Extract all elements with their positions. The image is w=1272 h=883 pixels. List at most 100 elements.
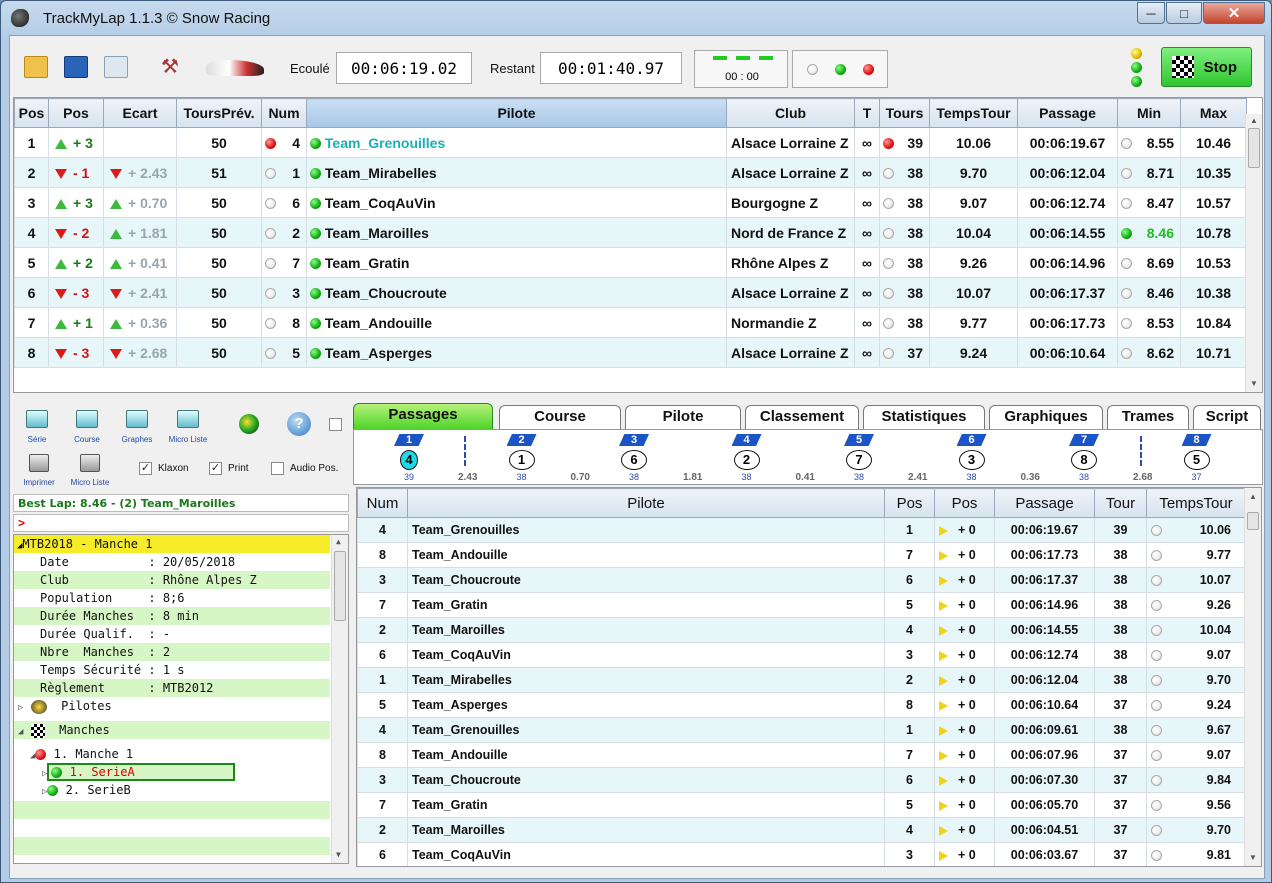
lap: 38 (1094, 717, 1147, 743)
stop-button[interactable]: Stop (1161, 47, 1252, 87)
passage-row[interactable]: 4 Team_Grenouilles 1 + 0 00:06:09.61 38 9.67 (357, 717, 1246, 743)
passages-header-2[interactable]: Pos (884, 488, 935, 518)
title-bar[interactable]: TrackMyLap 1.1.3 © Snow Racing ─ □ ✕ (1, 1, 1271, 35)
save-as-icon[interactable] (104, 56, 128, 78)
tree-pilotes[interactable]: ▷ Pilotes (14, 697, 330, 715)
tab-script[interactable]: Script (1193, 405, 1261, 429)
status-dot-icon (1151, 850, 1162, 862)
ranking-header-5[interactable]: Pilote (306, 98, 727, 128)
save-disk-icon[interactable] (64, 56, 88, 78)
passage-row[interactable]: 7 Team_Gratin 5 + 0 00:06:14.96 38 9.26 (357, 592, 1246, 618)
status-dot-icon (265, 228, 276, 240)
pilot-number-circle[interactable]: 5 (1183, 450, 1210, 470)
ranking-header-12[interactable]: Max (1180, 98, 1247, 128)
ranking-header-9[interactable]: TempsTour (929, 98, 1018, 128)
passage-row[interactable]: 8 Team_Andouille 7 + 0 00:06:07.96 37 9.07 (357, 742, 1246, 768)
lap-time: 10.06 (929, 127, 1018, 158)
passage-row[interactable]: 1 Team_Mirabelles 2 + 0 00:06:12.04 38 9.70 (357, 667, 1246, 693)
ranking-header-7[interactable]: T (854, 98, 880, 128)
passage-row[interactable]: 6 Team_CoqAuVin 3 + 0 00:06:12.74 38 9.07 (357, 642, 1246, 668)
tab-classement[interactable]: Classement (745, 405, 859, 429)
passages-scrollbar[interactable]: ▲ ▼ (1244, 488, 1261, 866)
micro-liste-printer-icon[interactable] (80, 454, 100, 472)
klaxon-checkbox[interactable]: ✓ (139, 462, 152, 475)
passages-header-0[interactable]: Num (357, 488, 408, 518)
open-folder-icon[interactable] (24, 56, 48, 78)
tab-course[interactable]: Course (499, 405, 621, 429)
passage-row[interactable]: 7 Team_Gratin 5 + 0 00:06:05.70 37 9.56 (357, 792, 1246, 818)
ranking-row[interactable]: 1 + 3 50 4 Team_Grenouilles Alsace Lorraine … (14, 127, 1247, 158)
ranking-row[interactable]: 2- 1 + 2.43 51 1 Team_Mirabelles Alsace Lorr… (14, 157, 1247, 188)
ranking-header-6[interactable]: Club (726, 98, 855, 128)
tree-scrollbar[interactable]: ▲ ▼ (331, 535, 348, 863)
pilot-number-circle[interactable]: 1 (508, 450, 535, 470)
graphes-icon[interactable] (126, 410, 148, 428)
passages-grid[interactable]: Num Pilote Pos Pos Passage Tour TempsTour 4 Tea… (356, 487, 1262, 867)
micro-liste-icon[interactable] (177, 410, 199, 428)
ranking-scrollbar[interactable]: ▲ ▼ (1245, 114, 1262, 392)
help-icon[interactable]: ? (287, 412, 311, 436)
passage-row[interactable]: 8 Team_Andouille 7 + 0 00:06:17.73 38 9.77 (357, 542, 1246, 568)
ranking-row[interactable]: 8- 3 + 2.68 50 5 Team_Asperges Alsace Lorrai… (14, 337, 1247, 368)
pilot-number-circle[interactable]: 3 (958, 450, 985, 470)
passage-row[interactable]: 5 Team_Asperges 8 + 0 00:06:10.64 37 9.24 (357, 692, 1246, 718)
ranking-header-2[interactable]: Ecart (103, 98, 177, 128)
tab-graphiques[interactable]: Graphiques (989, 405, 1103, 429)
ranking-row[interactable]: 3 + 3 + 0.70 50 6 Team_CoqAuVin Bourgogne Z ∞ 3… (14, 187, 1247, 218)
audio-checkbox[interactable] (271, 462, 284, 475)
printer-icon[interactable] (29, 454, 49, 472)
ranking-header-0[interactable]: Pos (14, 98, 49, 128)
option-checkbox[interactable] (329, 418, 342, 431)
passage-row[interactable]: 4 Team_Grenouilles 1 + 0 00:06:19.67 39 10.06 (357, 517, 1246, 543)
passage-row[interactable]: 2 Team_Maroilles 4 + 0 00:06:04.51 37 9.70 (357, 817, 1246, 843)
close-button[interactable]: ✕ (1203, 2, 1265, 24)
ranking-row[interactable]: 4- 2 + 1.81 50 2 Team_Maroilles Nord de Fran… (14, 217, 1247, 248)
ranking-header-4[interactable]: Num (261, 98, 307, 128)
passages-header-3[interactable]: Pos (934, 488, 995, 518)
race-car-icon[interactable] (206, 60, 264, 76)
helmet-icon[interactable] (239, 414, 259, 434)
ranking-header-10[interactable]: Passage (1017, 98, 1118, 128)
max-time: 10.57 (1180, 187, 1247, 218)
ranking-row[interactable]: 6- 3 + 2.41 50 3 Team_Choucroute Alsace Lorr… (14, 277, 1247, 308)
course-icon[interactable] (76, 410, 98, 428)
pilot-number-circle[interactable]: 2 (733, 450, 760, 470)
ranking-header-1[interactable]: Pos (48, 98, 104, 128)
tab-trames[interactable]: Trames (1107, 405, 1189, 429)
ranking-header-11[interactable]: Min (1117, 98, 1181, 128)
tab-pilote[interactable]: Pilote (625, 405, 741, 429)
ranking-grid[interactable]: Pos Pos Ecart ToursPrév. Num Pilote Club T Tours… (13, 97, 1263, 393)
print-checkbox[interactable]: ✓ (209, 462, 222, 475)
passages-header-5[interactable]: Tour (1094, 488, 1147, 518)
tab-passages[interactable]: Passages (353, 403, 493, 429)
passages-header-4[interactable]: Passage (994, 488, 1095, 518)
ranking-header-3[interactable]: ToursPrév. (176, 98, 262, 128)
tree-title[interactable]: ◢MTB2018 - Manche 1 (14, 535, 330, 553)
passage-row[interactable]: 2 Team_Maroilles 4 + 0 00:06:14.55 38 10.04 (357, 617, 1246, 643)
passages-header-6[interactable]: TempsTour (1146, 488, 1246, 518)
pilot-number-circle[interactable]: 6 (621, 450, 647, 470)
ranking-header-8[interactable]: Tours (879, 98, 930, 128)
passage-row[interactable]: 3 Team_Choucroute 6 + 0 00:06:07.30 37 9.84 (357, 767, 1246, 793)
pilot-number-circle[interactable]: 7 (846, 450, 872, 470)
tree-serie-b[interactable]: ▷ 2. SerieB (14, 781, 330, 799)
maximize-button[interactable]: □ (1166, 2, 1202, 24)
micro-liste-button-label[interactable]: Micro Liste (158, 435, 218, 444)
ranking-row[interactable]: 5 + 2 + 0.41 50 7 Team_Gratin Rhône Alpes Z ∞ 3… (14, 247, 1247, 278)
ranking-row[interactable]: 7 + 1 + 0.36 50 8 Team_Andouille Normandie Z ∞… (14, 307, 1247, 338)
passages-header-1[interactable]: Pilote (407, 488, 885, 518)
tree-serie-a[interactable]: ▷ 1. SerieA (14, 763, 330, 781)
micro-liste-print-label[interactable]: Micro Liste (60, 478, 120, 487)
passage-row[interactable]: 6 Team_CoqAuVin 3 + 0 00:06:03.67 37 9.81 (357, 842, 1246, 866)
minimize-button[interactable]: ─ (1137, 2, 1165, 24)
pilot-number-circle[interactable]: 4 (400, 450, 418, 470)
command-prompt[interactable]: > (13, 514, 349, 532)
race-tree[interactable]: ◢MTB2018 - Manche 1 Date : 20/05/2018 Clu… (13, 534, 349, 864)
pilot-number-circle[interactable]: 8 (1071, 450, 1097, 470)
tools-icon[interactable]: ⚒ (158, 56, 182, 78)
serie-icon[interactable] (26, 410, 48, 428)
tree-manches[interactable]: ◢ Manches (14, 721, 330, 739)
tree-manche-1[interactable]: ◢ 1. Manche 1 (14, 745, 330, 763)
tab-statistiques[interactable]: Statistiques (863, 405, 985, 429)
passage-row[interactable]: 3 Team_Choucroute 6 + 0 00:06:17.37 38 10.07 (357, 567, 1246, 593)
